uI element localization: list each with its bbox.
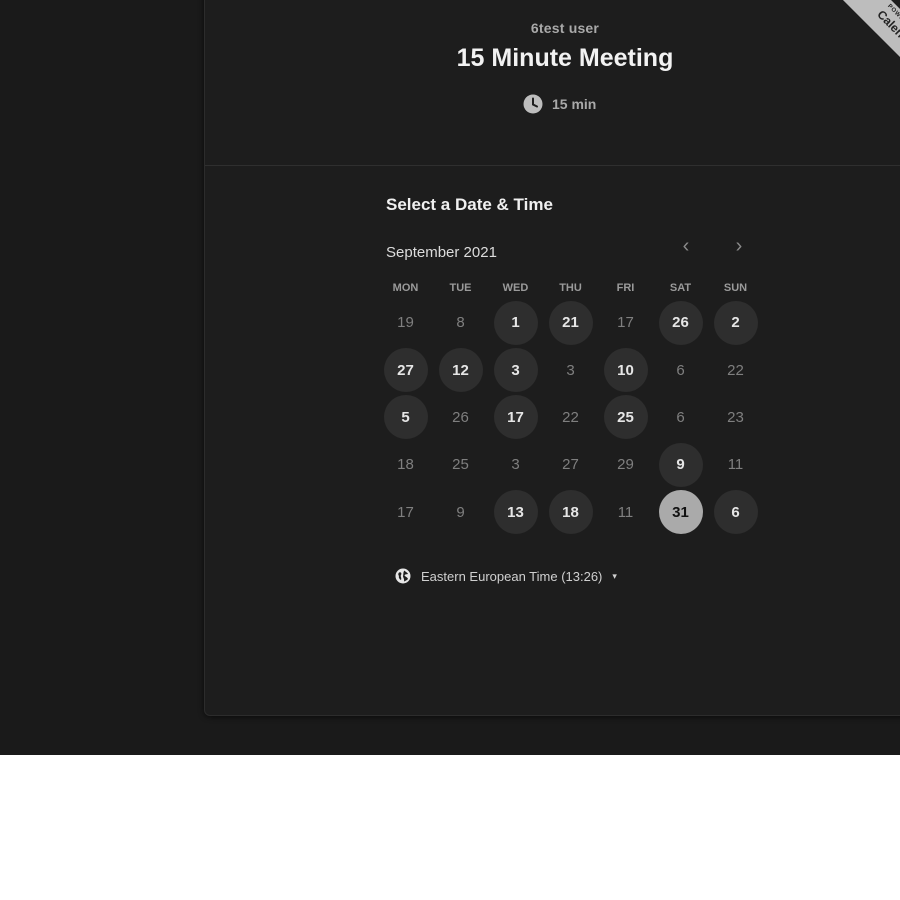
calendar-cell: 22 bbox=[543, 394, 598, 441]
weekday-label: TUE bbox=[449, 282, 472, 294]
calendar-cell: 25 bbox=[433, 441, 488, 488]
unavailable-day: 19 bbox=[397, 314, 414, 332]
event-duration: 15 min bbox=[523, 94, 596, 114]
unavailable-day: 6 bbox=[676, 408, 685, 426]
available-day-button[interactable]: 18 bbox=[548, 490, 593, 535]
chevron-left-icon: ‹ bbox=[682, 234, 690, 257]
calendar-cell: 18 bbox=[378, 441, 433, 488]
calendar-cell: 3 bbox=[488, 346, 543, 393]
unavailable-day: 8 bbox=[456, 314, 465, 332]
calendar-cell: 18 bbox=[543, 489, 598, 536]
available-day-button[interactable]: 27 bbox=[383, 348, 428, 393]
unavailable-day: 26 bbox=[452, 408, 469, 426]
unavailable-day: 27 bbox=[562, 456, 579, 474]
calendar-cell: 12 bbox=[433, 346, 488, 393]
unavailable-day: 6 bbox=[676, 361, 685, 379]
unavailable-day: 25 bbox=[452, 456, 469, 474]
calendar-cell: 27 bbox=[378, 346, 433, 393]
calendar-cell: 8 bbox=[433, 299, 488, 346]
calendar-cell: 11 bbox=[708, 441, 763, 488]
calendar-grid: 19 8 1 21 17 26 2 27 12 3 3 10 6 22 5 26 17 22 25 6 23 18 25 3 2… bbox=[378, 299, 763, 535]
month-label: September 2021 bbox=[386, 244, 497, 261]
calendar-cell: 9 bbox=[433, 489, 488, 536]
globe-icon bbox=[395, 568, 411, 584]
calendar-cell: 29 bbox=[598, 441, 653, 488]
chevron-right-icon: › bbox=[735, 234, 743, 257]
calendar-cell: 27 bbox=[543, 441, 598, 488]
unavailable-day: 11 bbox=[617, 503, 634, 521]
weekday-label: MON bbox=[392, 282, 419, 294]
available-day-button[interactable]: 5 bbox=[383, 395, 428, 440]
weekday-header: MON TUE WED THU FRI SAT SUN bbox=[378, 282, 763, 296]
unavailable-day: 18 bbox=[397, 456, 414, 474]
timezone-label: Eastern European Time (13:26) bbox=[421, 568, 603, 584]
calendar-cell: 26 bbox=[653, 299, 708, 346]
calendar-cell: 6 bbox=[653, 346, 708, 393]
selected-day-button[interactable]: 31 bbox=[658, 490, 703, 535]
available-day-button[interactable]: 17 bbox=[493, 395, 538, 440]
calendar-cell: 13 bbox=[488, 489, 543, 536]
calendar-cell: 26 bbox=[433, 394, 488, 441]
weekday-label: SUN bbox=[723, 282, 748, 294]
available-day-button[interactable]: 2 bbox=[713, 300, 758, 345]
calendar-cell: 6 bbox=[708, 489, 763, 536]
calendar-cell: 3 bbox=[543, 346, 598, 393]
unavailable-day: 3 bbox=[511, 456, 520, 474]
clock-icon bbox=[523, 94, 543, 114]
unavailable-day: 9 bbox=[456, 503, 465, 521]
unavailable-day: 29 bbox=[617, 456, 634, 474]
event-title: 15 Minute Meeting bbox=[456, 44, 674, 72]
available-day-button[interactable]: 9 bbox=[658, 442, 703, 487]
calendar-cell: 3 bbox=[488, 441, 543, 488]
duration-label: 15 min bbox=[552, 96, 597, 112]
unavailable-day: 22 bbox=[727, 361, 744, 379]
previous-month-button[interactable]: ‹ bbox=[673, 233, 699, 259]
calendar-cell: 5 bbox=[378, 394, 433, 441]
available-day-button[interactable]: 6 bbox=[713, 490, 758, 535]
available-day-button[interactable]: 10 bbox=[603, 348, 648, 393]
unavailable-day: 22 bbox=[562, 408, 579, 426]
unavailable-day: 17 bbox=[397, 503, 414, 521]
calendar-cell: 17 bbox=[488, 394, 543, 441]
host-name: 6test user bbox=[530, 20, 600, 36]
calendar-cell: 1 bbox=[488, 299, 543, 346]
weekday-label: FRI bbox=[616, 282, 635, 294]
calendar-cell: 9 bbox=[653, 441, 708, 488]
booking-card: 6test user 15 Minute Meeting 15 min POWE… bbox=[204, 0, 900, 716]
calendar-cell: 22 bbox=[708, 346, 763, 393]
available-day-button[interactable]: 12 bbox=[438, 348, 483, 393]
weekday-label: SAT bbox=[669, 282, 692, 294]
calendar-cell: 31 bbox=[653, 489, 708, 536]
calendar-cell: 19 bbox=[378, 299, 433, 346]
weekday-label: THU bbox=[559, 282, 582, 294]
available-day-button[interactable]: 26 bbox=[658, 300, 703, 345]
calendar-cell: 10 bbox=[598, 346, 653, 393]
calendar-cell: 17 bbox=[378, 489, 433, 536]
available-day-button[interactable]: 21 bbox=[548, 300, 593, 345]
unavailable-day: 17 bbox=[617, 314, 634, 332]
calendar-cell: 23 bbox=[708, 394, 763, 441]
available-day-button[interactable]: 3 bbox=[493, 348, 538, 393]
weekday-label: WED bbox=[502, 282, 529, 294]
unavailable-day: 23 bbox=[727, 408, 744, 426]
caret-down-icon: ▾ bbox=[612, 570, 617, 581]
available-day-button[interactable]: 13 bbox=[493, 490, 538, 535]
calendar-cell: 25 bbox=[598, 394, 653, 441]
unavailable-day: 11 bbox=[727, 456, 744, 474]
unavailable-day: 3 bbox=[566, 361, 575, 379]
calendar-cell: 6 bbox=[653, 394, 708, 441]
calendar-cell: 17 bbox=[598, 299, 653, 346]
next-month-button[interactable]: › bbox=[726, 233, 752, 259]
calendar-cell: 11 bbox=[598, 489, 653, 536]
event-header: 6test user 15 Minute Meeting 15 min bbox=[205, 0, 900, 166]
timezone-selector[interactable]: Eastern European Time (13:26) ▾ bbox=[395, 567, 617, 585]
section-title: Select a Date & Time bbox=[386, 195, 553, 214]
available-day-button[interactable]: 25 bbox=[603, 395, 648, 440]
calendar-cell: 21 bbox=[543, 299, 598, 346]
available-day-button[interactable]: 1 bbox=[493, 300, 538, 345]
calendar-cell: 2 bbox=[708, 299, 763, 346]
